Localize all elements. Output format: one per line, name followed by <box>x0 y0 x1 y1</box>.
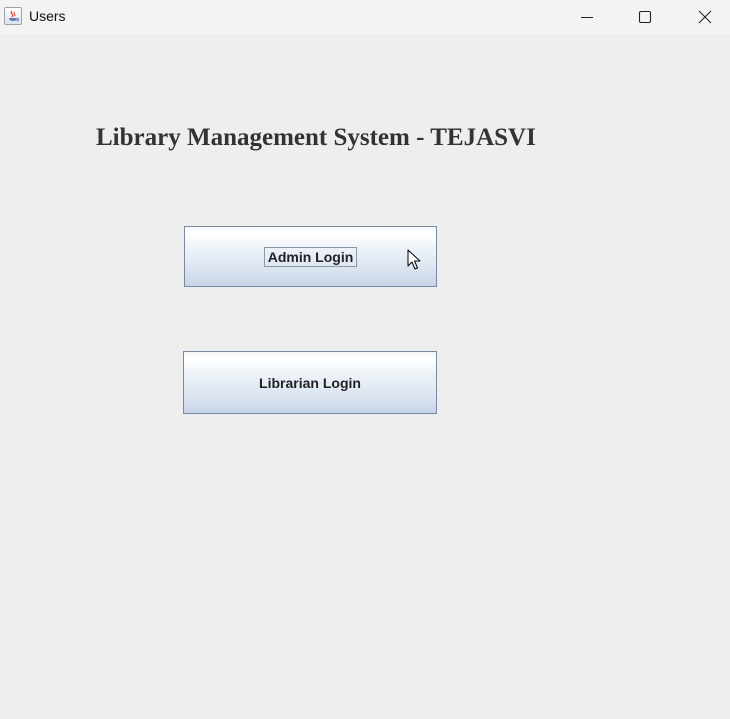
users-window: Users Library Management System - TEJASV… <box>0 0 730 719</box>
librarian-login-label: Librarian Login <box>259 374 361 391</box>
maximize-icon <box>638 10 652 24</box>
java-app-icon <box>4 7 22 25</box>
admin-login-button[interactable]: Admin Login <box>184 226 437 287</box>
minimize-button[interactable] <box>558 0 616 34</box>
maximize-button[interactable] <box>616 0 674 34</box>
admin-login-label: Admin Login <box>263 246 358 267</box>
librarian-login-button[interactable]: Librarian Login <box>183 351 437 414</box>
title-bar[interactable]: Users <box>0 0 730 34</box>
close-button[interactable] <box>676 0 730 34</box>
window-title: Users <box>29 8 66 24</box>
close-icon <box>698 10 712 24</box>
minimize-icon <box>581 17 593 18</box>
page-title: Library Management System - TEJASVI <box>96 124 536 151</box>
